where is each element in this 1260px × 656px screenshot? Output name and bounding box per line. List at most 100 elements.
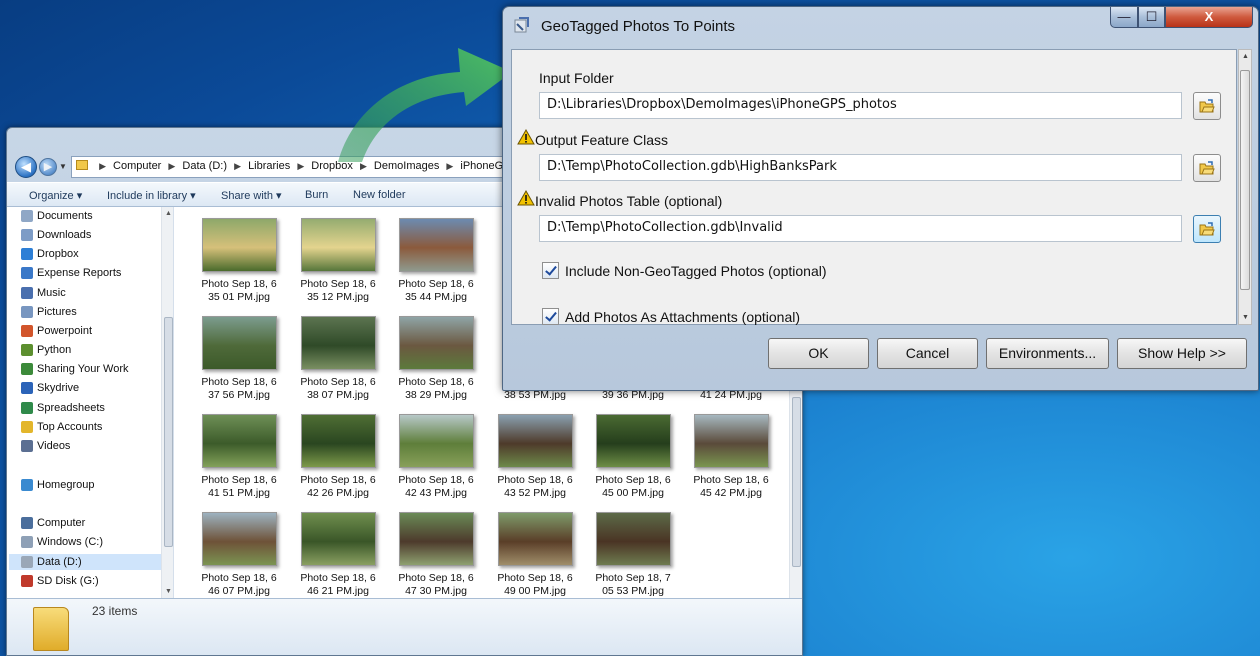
top-accounts-icon bbox=[21, 421, 33, 433]
sidebar-item-dropbox[interactable]: Dropbox bbox=[21, 246, 79, 262]
sidebar-item-skydrive[interactable]: Skydrive bbox=[21, 380, 79, 396]
sidebar-item-label: Python bbox=[37, 344, 72, 356]
sidebar-item-drive-c[interactable]: Windows (C:) bbox=[21, 534, 103, 550]
drive-c-icon bbox=[21, 536, 33, 548]
file-name-line: Photo Sep 18, 6 bbox=[300, 376, 376, 388]
file-item[interactable]: Photo Sep 18, 6 45 42 PM.jpg bbox=[683, 414, 779, 500]
green-arrow-icon bbox=[338, 48, 512, 162]
environments-button[interactable]: Environments... bbox=[986, 338, 1109, 369]
breadcrumb-data-d[interactable]: Data (D:) bbox=[182, 160, 227, 172]
output-feature-class-field[interactable]: D:\Temp\PhotoCollection.gdb\HighBanksPar… bbox=[539, 154, 1182, 181]
show-help-button[interactable]: Show Help >> bbox=[1117, 338, 1247, 369]
file-item[interactable]: Photo Sep 18, 6 45 00 PM.jpg bbox=[585, 414, 681, 500]
sidebar-item-documents[interactable]: Documents bbox=[21, 208, 93, 224]
invalid-photos-table-browse-button[interactable] bbox=[1193, 215, 1221, 243]
close-button[interactable]: X bbox=[1165, 7, 1253, 28]
parameters-scrollbar[interactable]: ▲ ▼ bbox=[1238, 49, 1252, 325]
nav-scrollbar[interactable]: ▲ ▼ bbox=[161, 207, 173, 598]
scroll-down-icon[interactable]: ▼ bbox=[1242, 314, 1249, 321]
back-button[interactable]: ◀ bbox=[15, 156, 37, 178]
file-name: Photo Sep 18, 6 35 12 PM.jpg bbox=[290, 278, 386, 304]
sidebar-item-spreadsheets[interactable]: Spreadsheets bbox=[21, 400, 105, 416]
file-name-line: 46 21 PM.jpg bbox=[307, 585, 369, 597]
share-with-button[interactable]: Share with ▾ bbox=[221, 189, 282, 202]
sidebar-item-drive-d[interactable]: Data (D:) bbox=[9, 554, 161, 570]
include-in-library-button[interactable]: Include in library ▾ bbox=[107, 189, 196, 202]
burn-button[interactable]: Burn bbox=[305, 189, 328, 201]
file-item[interactable]: Photo Sep 18, 7 05 53 PM.jpg bbox=[585, 512, 681, 598]
file-item[interactable]: Photo Sep 18, 6 35 01 PM.jpg bbox=[191, 218, 287, 304]
scroll-up-icon[interactable]: ▲ bbox=[165, 210, 172, 217]
spreadsheets-icon bbox=[21, 402, 33, 414]
sidebar-item-expense-reports[interactable]: Expense Reports bbox=[21, 265, 121, 281]
file-item[interactable]: Photo Sep 18, 6 49 00 PM.jpg bbox=[487, 512, 583, 598]
photo-thumbnail bbox=[595, 414, 671, 468]
file-item[interactable]: Photo Sep 18, 6 41 51 PM.jpg bbox=[191, 414, 287, 500]
parameters-scroll-thumb[interactable] bbox=[1240, 70, 1250, 290]
dialog-titlebar[interactable]: GeoTagged Photos To Points — ☐ X bbox=[503, 7, 1258, 43]
file-item[interactable]: Photo Sep 18, 6 42 26 PM.jpg bbox=[290, 414, 386, 500]
file-item[interactable]: Photo Sep 18, 6 35 44 PM.jpg bbox=[388, 218, 484, 304]
file-item[interactable]: Photo Sep 18, 6 38 07 PM.jpg bbox=[290, 316, 386, 402]
sidebar-item-computer[interactable]: Computer bbox=[21, 515, 85, 531]
breadcrumb-computer[interactable]: Computer bbox=[113, 160, 161, 172]
sidebar-item-label: Data (D:) bbox=[37, 556, 82, 568]
folder-icon bbox=[33, 607, 69, 651]
maximize-button[interactable]: ☐ bbox=[1138, 7, 1165, 28]
file-item[interactable]: Photo Sep 18, 6 47 30 PM.jpg bbox=[388, 512, 484, 598]
expense-reports-icon bbox=[21, 267, 33, 279]
file-list-scroll-thumb[interactable] bbox=[792, 397, 801, 567]
input-folder-field[interactable]: D:\Libraries\Dropbox\DemoImages\iPhoneGP… bbox=[539, 92, 1182, 119]
sidebar-item-python[interactable]: Python bbox=[21, 342, 72, 358]
file-name: Photo Sep 18, 6 35 01 PM.jpg bbox=[191, 278, 287, 304]
dropbox-icon bbox=[21, 248, 33, 260]
add-attachments-checkbox[interactable] bbox=[542, 308, 559, 325]
sidebar-item-downloads[interactable]: Downloads bbox=[21, 227, 91, 243]
sidebar-item-top-accounts[interactable]: Top Accounts bbox=[21, 419, 102, 435]
history-dropdown-icon[interactable]: ▼ bbox=[59, 162, 67, 171]
scroll-down-icon[interactable]: ▼ bbox=[165, 588, 172, 595]
file-item[interactable]: Photo Sep 18, 6 43 52 PM.jpg bbox=[487, 414, 583, 500]
cancel-button[interactable]: Cancel bbox=[877, 338, 978, 369]
sidebar-item-music[interactable]: Music bbox=[21, 285, 66, 301]
sidebar-item-powerpoint[interactable]: Powerpoint bbox=[21, 323, 93, 339]
file-name: Photo Sep 18, 6 45 00 PM.jpg bbox=[585, 474, 681, 500]
sidebar-item-sharing-your-work[interactable]: Sharing Your Work bbox=[21, 361, 129, 377]
forward-button[interactable]: ▶ bbox=[39, 158, 57, 176]
invalid-photos-table-field[interactable]: D:\Temp\PhotoCollection.gdb\Invalid bbox=[539, 215, 1182, 242]
file-name-line: 45 00 PM.jpg bbox=[602, 487, 664, 499]
minimize-button[interactable]: — bbox=[1110, 7, 1138, 28]
file-name-line: Photo Sep 18, 6 bbox=[398, 474, 474, 486]
output-feature-class-browse-button[interactable] bbox=[1193, 154, 1221, 182]
photo-thumbnail bbox=[201, 414, 277, 468]
sidebar-item-pictures[interactable]: Pictures bbox=[21, 304, 77, 320]
file-name-line: 38 07 PM.jpg bbox=[307, 389, 369, 401]
file-item[interactable]: Photo Sep 18, 6 46 07 PM.jpg bbox=[191, 512, 287, 598]
photo-thumbnail bbox=[300, 512, 376, 566]
breadcrumb-libraries[interactable]: Libraries bbox=[248, 160, 290, 172]
file-item[interactable]: Photo Sep 18, 6 38 29 PM.jpg bbox=[388, 316, 484, 402]
photo-thumbnail bbox=[300, 414, 376, 468]
sidebar-item-videos[interactable]: Videos bbox=[21, 438, 70, 454]
file-name-line: 41 51 PM.jpg bbox=[208, 487, 270, 499]
file-name-line: 47 30 PM.jpg bbox=[405, 585, 467, 597]
sidebar-item-label: Powerpoint bbox=[37, 325, 93, 337]
folder-icon bbox=[76, 160, 88, 170]
ok-button[interactable]: OK bbox=[768, 338, 869, 369]
new-folder-button[interactable]: New folder bbox=[353, 189, 406, 201]
organize-button[interactable]: Organize ▾ bbox=[29, 189, 82, 202]
scroll-up-icon[interactable]: ▲ bbox=[1242, 53, 1249, 60]
include-non-geotagged-checkbox[interactable] bbox=[542, 262, 559, 279]
file-item[interactable]: Photo Sep 18, 6 42 43 PM.jpg bbox=[388, 414, 484, 500]
file-item[interactable]: Photo Sep 18, 6 35 12 PM.jpg bbox=[290, 218, 386, 304]
nav-scroll-thumb[interactable] bbox=[164, 317, 173, 547]
file-name-line: Photo Sep 18, 6 bbox=[201, 376, 277, 388]
sidebar-item-homegroup[interactable]: Homegroup bbox=[21, 477, 94, 493]
sidebar-item-label: SD Disk (G:) bbox=[37, 575, 99, 587]
file-item[interactable]: Photo Sep 18, 6 37 56 PM.jpg bbox=[191, 316, 287, 402]
sidebar-item-sd-disk[interactable]: SD Disk (G:) bbox=[21, 573, 99, 589]
file-name-line: 35 12 PM.jpg bbox=[307, 291, 369, 303]
sidebar-item-label: Spreadsheets bbox=[37, 402, 105, 414]
file-item[interactable]: Photo Sep 18, 6 46 21 PM.jpg bbox=[290, 512, 386, 598]
input-folder-browse-button[interactable] bbox=[1193, 92, 1221, 120]
